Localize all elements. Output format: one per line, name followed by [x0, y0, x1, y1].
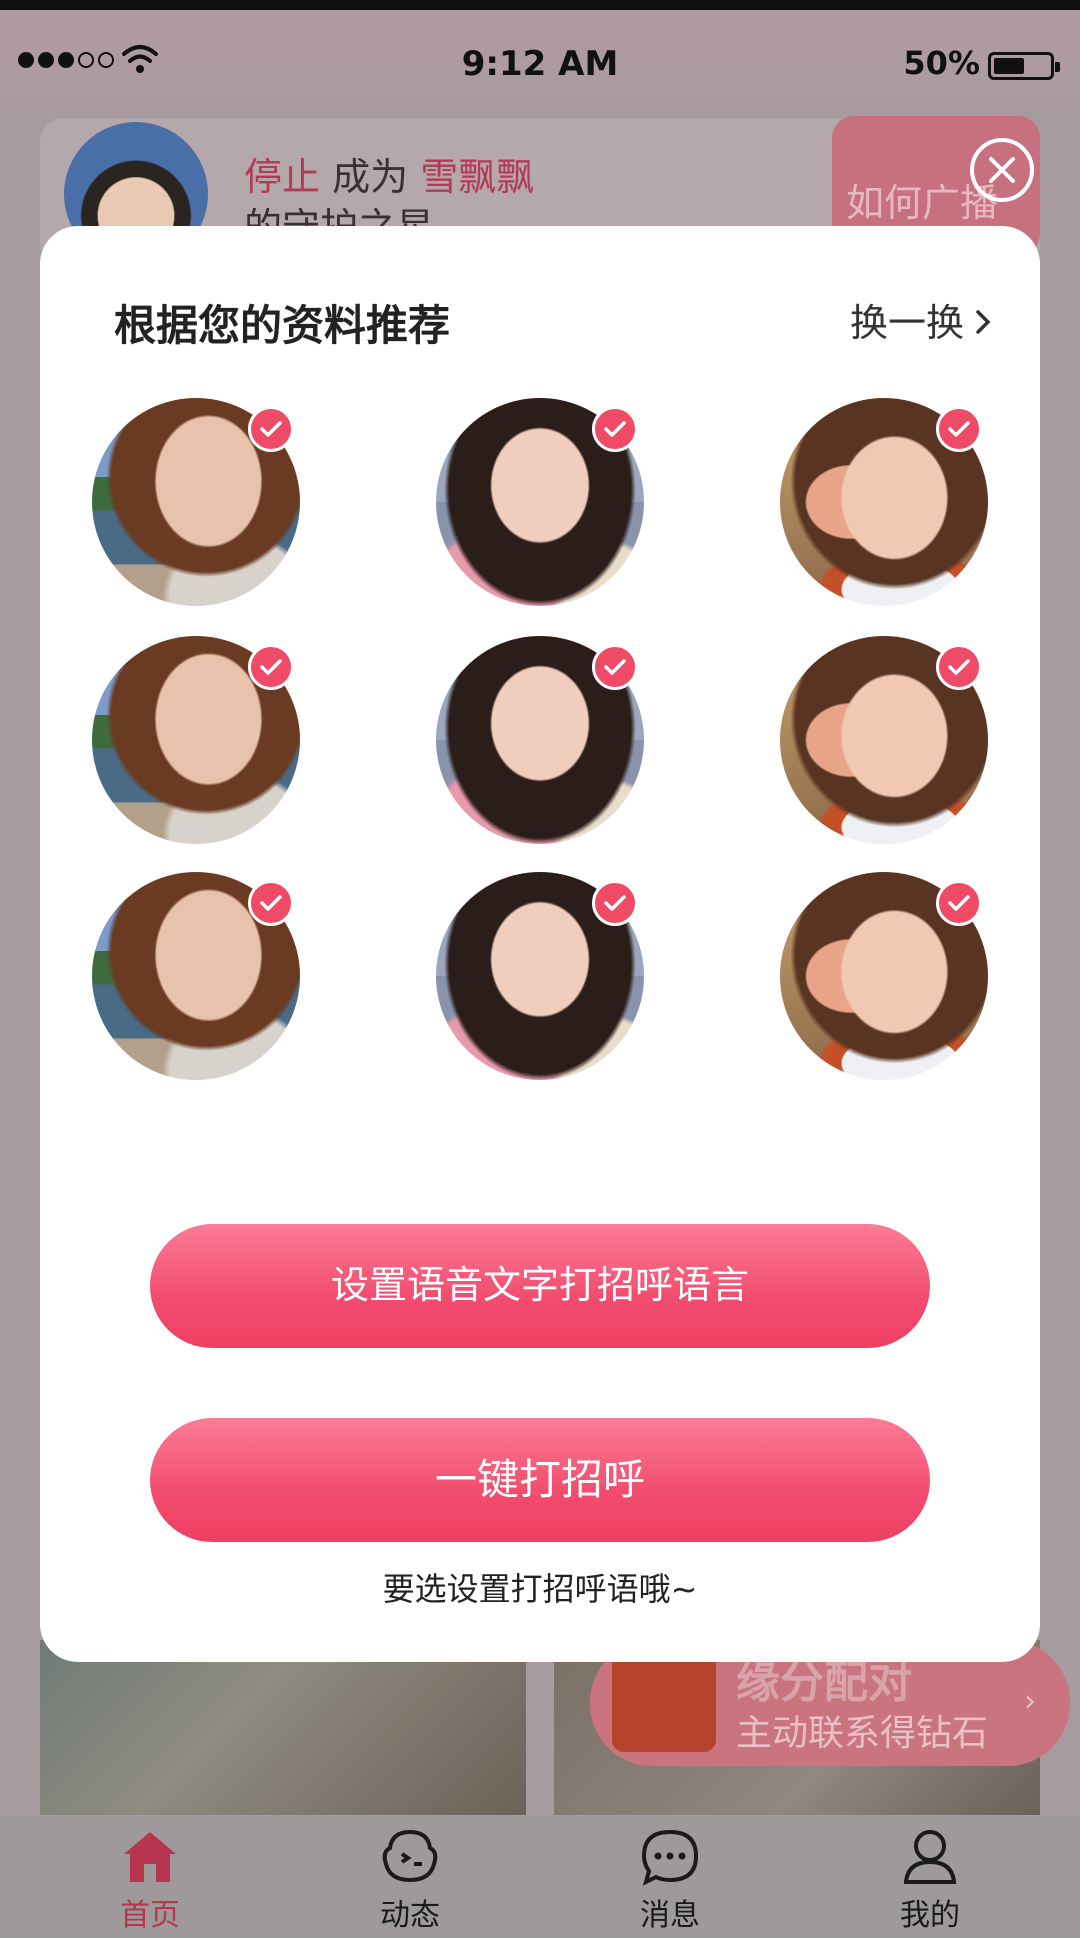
recommended-user-avatar[interactable] — [780, 872, 988, 1080]
tab-messages[interactable]: 消息 — [610, 1826, 730, 1934]
moments-icon — [382, 1829, 438, 1883]
check-icon — [936, 644, 982, 690]
check-icon — [592, 880, 638, 926]
top-edge — [0, 0, 1080, 10]
battery-nub — [1055, 62, 1060, 72]
banner-stop-word: 停止 — [244, 155, 321, 199]
check-icon — [592, 644, 638, 690]
check-icon — [592, 406, 638, 452]
banner-become-word: 成为 — [332, 155, 409, 199]
banner-user-name: 雪飘飘 — [420, 155, 535, 199]
feed-photo — [40, 1640, 526, 1815]
tab-profile[interactable]: 我的 — [870, 1826, 990, 1934]
check-icon — [248, 406, 294, 452]
greeting-hint-text: 要选设置打招呼语哦~ — [382, 1570, 698, 1608]
recommended-user-avatar[interactable] — [92, 636, 300, 844]
tab-label: 消息 — [640, 1898, 700, 1933]
close-dialog-button[interactable] — [970, 138, 1034, 202]
battery-percent: 50% — [903, 44, 980, 82]
recommended-user-avatar[interactable] — [436, 872, 644, 1080]
check-icon — [936, 880, 982, 926]
user-icon — [903, 1830, 957, 1884]
battery-icon — [988, 52, 1060, 80]
close-icon — [989, 157, 1015, 183]
check-icon — [248, 880, 294, 926]
check-icon — [248, 644, 294, 690]
tab-label: 首页 — [120, 1898, 180, 1933]
recommended-user-avatar[interactable] — [780, 398, 988, 606]
recommended-user-avatar[interactable] — [780, 636, 988, 844]
app-screen: 9:12 AM 50% 停止 成为 雪飘飘 的守护之星 如何广播 缘分配对 主动… — [0, 0, 1080, 1938]
banner-text-line1: 停止 成为 雪飘飘 — [244, 146, 534, 201]
recommended-user-avatar[interactable] — [92, 872, 300, 1080]
one-click-greet-button[interactable]: 一键打招呼 — [150, 1418, 930, 1542]
tab-moments[interactable]: 动态 — [350, 1826, 470, 1934]
tab-label: 动态 — [380, 1898, 440, 1933]
avatar-grid — [40, 226, 1040, 1226]
chevron-right-icon: › — [1024, 1684, 1036, 1719]
tab-home[interactable]: 首页 — [90, 1826, 210, 1934]
home-icon — [124, 1832, 176, 1882]
message-icon — [641, 1829, 699, 1886]
match-badge-subtitle: 主动联系得钻石 — [736, 1713, 989, 1754]
tab-label: 我的 — [900, 1898, 960, 1933]
recommendation-dialog: 根据您的资料推荐 换一换 设置语音文字打招呼语言 一键打招呼 要选设置打招呼语哦… — [40, 226, 1040, 1662]
recommended-user-avatar[interactable] — [436, 636, 644, 844]
recommended-user-avatar[interactable] — [436, 398, 644, 606]
check-icon — [936, 406, 982, 452]
battery-fill — [994, 58, 1024, 74]
recommended-user-avatar[interactable] — [92, 398, 300, 606]
set-voice-greeting-button[interactable]: 设置语音文字打招呼语言 — [150, 1224, 930, 1348]
